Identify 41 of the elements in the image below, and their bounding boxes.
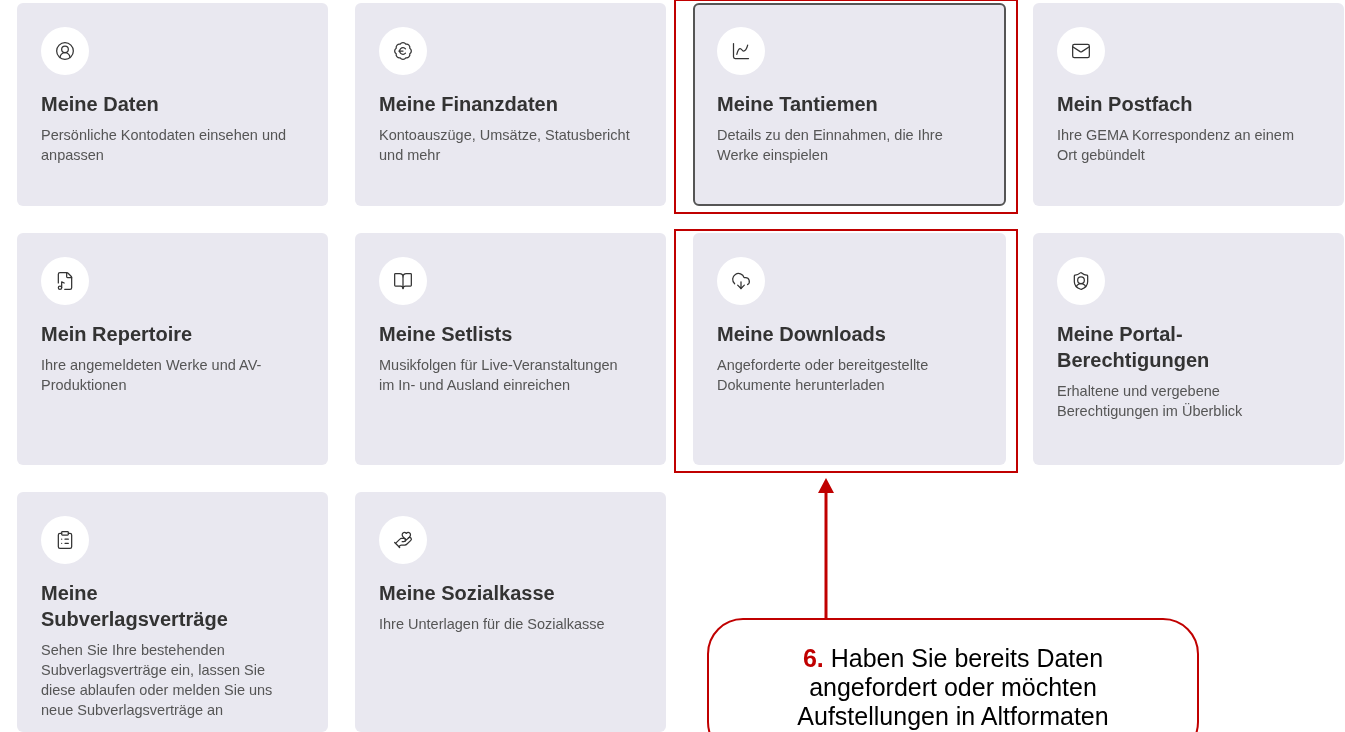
dashboard-card[interactable]: Mein Repertoire Ihre angemeldeten Werke und AV-Produktionen bbox=[17, 233, 328, 465]
card-title: Meine Sozialkasse bbox=[379, 581, 556, 606]
card-title: Mein Repertoire bbox=[41, 322, 194, 347]
card-description: Kontoauszüge, Umsätze, Statusbericht und mehr bbox=[379, 126, 631, 165]
card-title: Meine Tantiemen bbox=[717, 92, 879, 117]
card-description: Ihre Unterlagen für die Sozialkasse bbox=[379, 615, 606, 634]
card-description: Angeforderte oder bereitgestellte Dokumente herunterladen bbox=[717, 356, 930, 395]
envelope-icon bbox=[1071, 41, 1091, 61]
dashboard-card[interactable]: Meine Finanzdaten Kontoauszüge, Umsätze, Statusbericht und mehr bbox=[355, 3, 666, 206]
dashboard-card[interactable]: Meine Portal-Berechtigungen Erhaltene und vergebene Berechtigungen im Überblick bbox=[1033, 233, 1344, 465]
line-chart-icon bbox=[731, 41, 751, 61]
card-title: Meine Portal-Berechtigungen bbox=[1057, 322, 1211, 373]
card-description: Ihre GEMA Korrespondenz an einem Ort gebündelt bbox=[1057, 126, 1295, 165]
clipboard-icon bbox=[55, 530, 75, 550]
card-description: Erhaltene und vergebene Berechtigungen im Überblick bbox=[1057, 382, 1244, 421]
card-description: Sehen Sie Ihre bestehenden Subverlagsverträge ein, lassen Sie diese ablaufen oder melden Sie uns neue Subverlagsverträge an bbox=[41, 641, 274, 720]
card-description: Persönliche Kontodaten einsehen und anpassen bbox=[41, 126, 288, 165]
card-title: Meine Setlists bbox=[379, 322, 514, 347]
dashboard-card[interactable]: Mein Postfach Ihre GEMA Korrespondenz an einem Ort gebündelt bbox=[1033, 3, 1344, 206]
dashboard-card[interactable]: Meine Downloads Angeforderte oder bereitgestellte Dokumente herunterladen bbox=[693, 233, 1006, 465]
person-circle-icon bbox=[55, 41, 75, 61]
card-title: Mein Postfach bbox=[1057, 92, 1194, 117]
person-shield-icon bbox=[1071, 271, 1091, 291]
callout-text: 6. Haben Sie bereits Daten angefordert oder möchten Aufstellungen in Altformaten bbox=[796, 644, 1110, 732]
euro-badge-icon bbox=[393, 41, 413, 61]
card-description: Details zu den Einnahmen, die Ihre Werke einspielen bbox=[717, 126, 944, 165]
card-title: Meine Daten bbox=[41, 92, 160, 117]
card-title: Meine Finanzdaten bbox=[379, 92, 559, 117]
card-description: Musikfolgen für Live-Veranstaltungen im In- und Ausland einreichen bbox=[379, 356, 619, 395]
card-description: Ihre angemeldeten Werke und AV-Produktionen bbox=[41, 356, 263, 395]
cloud-download-icon bbox=[731, 271, 751, 291]
card-title: Meine Subverlagsverträge bbox=[41, 581, 229, 632]
music-file-icon bbox=[55, 271, 75, 291]
dashboard-card[interactable]: Meine Sozialkasse Ihre Unterlagen für die Sozialkasse bbox=[355, 492, 666, 732]
card-title: Meine Downloads bbox=[717, 322, 887, 347]
dashboard-card[interactable]: Meine Setlists Musikfolgen für Live-Veranstaltungen im In- und Ausland einreichen bbox=[355, 233, 666, 465]
dashboard-card[interactable]: Meine Tantiemen Details zu den Einnahmen, die Ihre Werke einspielen bbox=[693, 3, 1006, 206]
dashboard-card[interactable]: Meine Subverlagsverträge Sehen Sie Ihre bestehenden Subverlagsverträge ein, lassen Sie diese ablaufen oder melden Sie uns neue Subverlagsverträge an bbox=[17, 492, 328, 732]
hand-heart-icon bbox=[393, 530, 413, 550]
book-icon bbox=[393, 271, 413, 291]
dashboard-card[interactable]: Meine Daten Persönliche Kontodaten einsehen und anpassen bbox=[17, 3, 328, 206]
